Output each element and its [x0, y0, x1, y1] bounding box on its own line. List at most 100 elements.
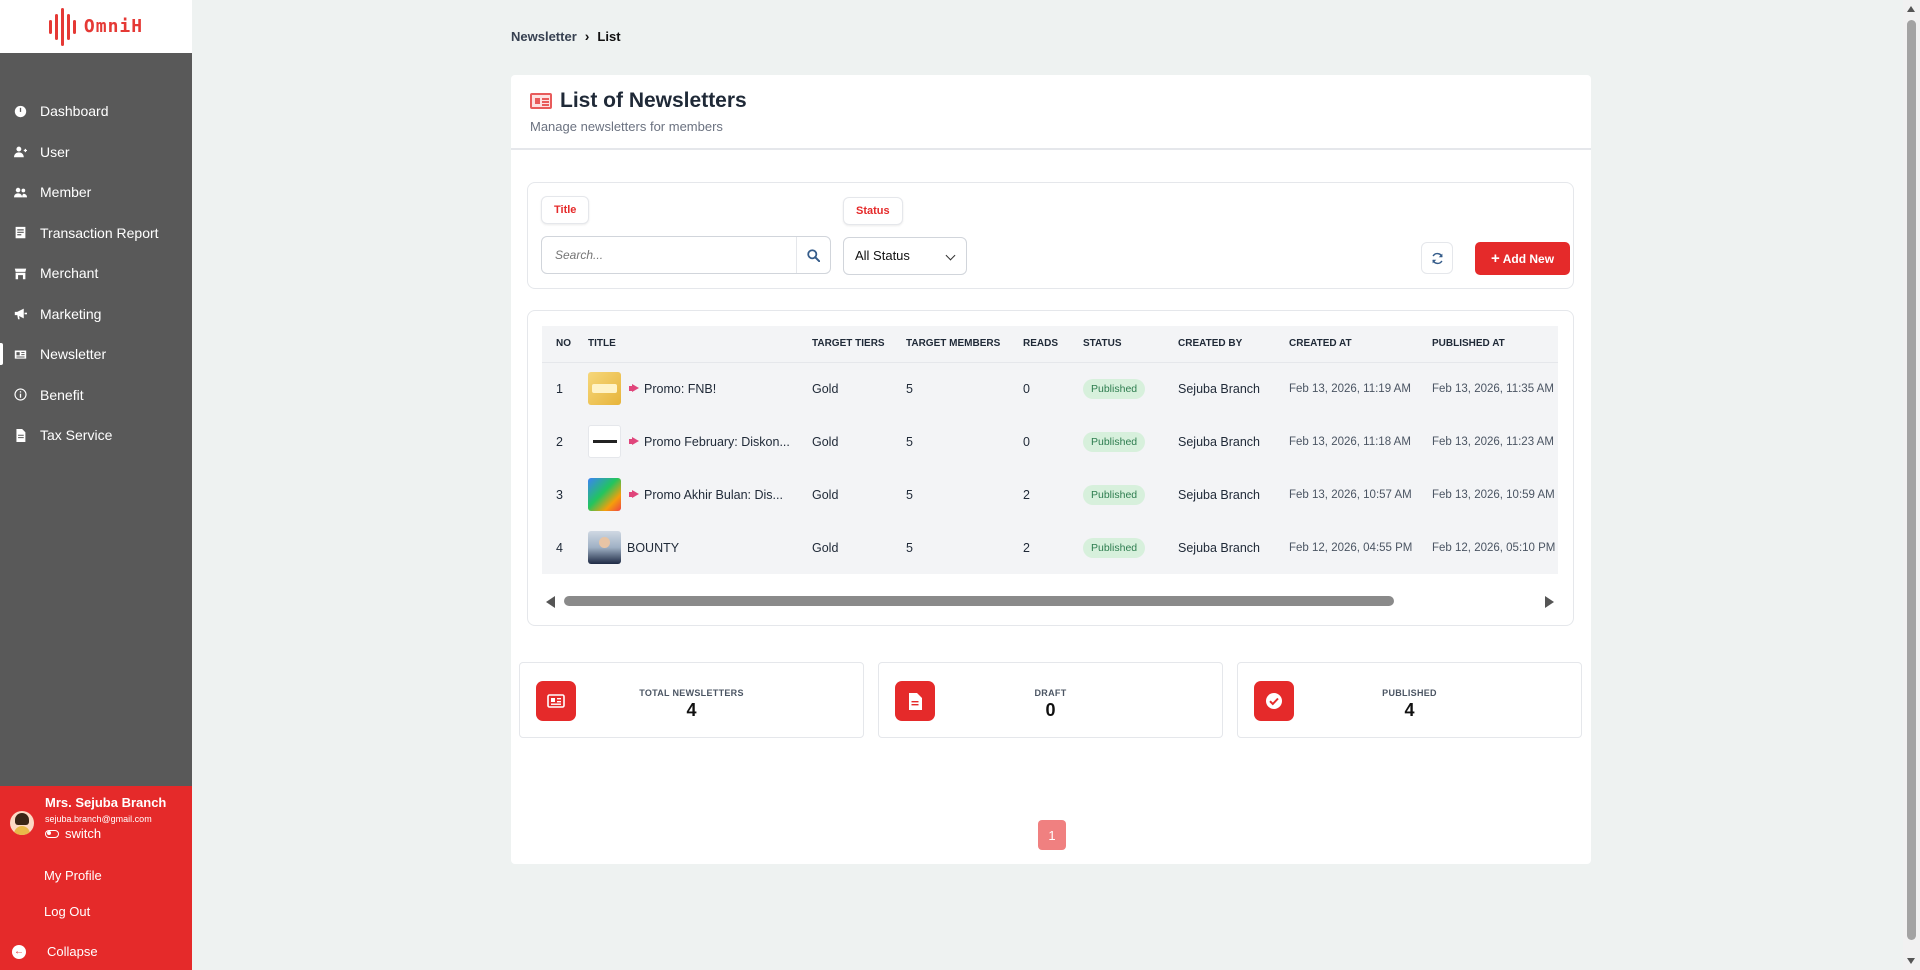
cell-reads: 0 — [1023, 434, 1030, 449]
switch-label: switch — [65, 826, 102, 841]
cell-no: 1 — [556, 381, 563, 396]
col-header-no: NO — [542, 326, 584, 363]
col-header-published-at: PUBLISHED AT — [1432, 326, 1558, 363]
horizontal-scrollbar[interactable] — [542, 594, 1558, 608]
search-icon — [807, 248, 820, 262]
logout-link[interactable]: Log Out — [44, 904, 90, 919]
status-select-value: All Status — [855, 248, 910, 263]
refresh-icon — [1431, 252, 1443, 264]
stat-total-newsletters: TOTAL NEWSLETTERS 4 — [519, 662, 864, 738]
col-header-title: TITLE — [584, 326, 812, 363]
sidebar-item-marketing[interactable]: Marketing — [0, 294, 192, 335]
status-badge: Published — [1083, 484, 1146, 505]
newsletter-title: BOUNTY — [627, 540, 680, 555]
cell-no: 3 — [556, 487, 563, 502]
table-row[interactable]: 3 Promo Akhir Bulan: Dis... Gold 5 2 Pub… — [542, 468, 1558, 521]
scrollbar-thumb[interactable] — [564, 596, 1394, 606]
sidebar-item-newsletter[interactable]: Newsletter — [0, 334, 192, 375]
sidebar-item-dashboard[interactable]: Dashboard — [0, 91, 192, 132]
sidebar-item-transaction-report[interactable]: Transaction Report — [0, 213, 192, 254]
sidebar-item-label: Marketing — [40, 305, 102, 322]
cell-target-tiers: Gold — [812, 434, 839, 449]
sidebar-item-label: Merchant — [40, 265, 99, 282]
refresh-button[interactable] — [1421, 242, 1453, 274]
cell-created-at: Feb 12, 2026, 04:55 PM — [1289, 541, 1413, 554]
sidebar-item-merchant[interactable]: Merchant — [0, 253, 192, 294]
cell-target-members: 5 — [906, 434, 913, 449]
cell-created-by: Sejuba Branch — [1178, 540, 1261, 555]
status-filter-chip[interactable]: Status — [843, 197, 903, 225]
cell-published-at: Feb 13, 2026, 11:23 AM — [1432, 435, 1554, 448]
table-row[interactable]: 1 Promo: FNB! Gold 5 0 Published Sejuba … — [542, 362, 1558, 415]
megaphone-icon — [629, 437, 640, 446]
search-input[interactable] — [542, 237, 782, 273]
chevron-down-icon — [945, 250, 956, 261]
cell-created-at: Feb 13, 2026, 11:19 AM — [1289, 382, 1411, 395]
scroll-right-icon[interactable] — [1545, 596, 1554, 608]
sidebar-item-label: Newsletter — [40, 346, 107, 363]
megaphone-icon — [629, 490, 640, 499]
sidebar-item-label: Benefit — [40, 386, 84, 403]
cell-target-tiers: Gold — [812, 381, 839, 396]
filter-panel: Title Status All Status + Add New — [527, 182, 1574, 289]
col-header-target-members: TARGET MEMBERS — [906, 326, 1023, 363]
search-button[interactable] — [796, 237, 830, 273]
table-container: NO TITLE TARGET TIERS TARGET MEMBERS REA… — [527, 310, 1574, 626]
avatar[interactable] — [10, 811, 34, 835]
vertical-scrollbar[interactable] — [1903, 0, 1920, 970]
cell-reads: 2 — [1023, 487, 1030, 502]
breadcrumb-newsletter[interactable]: Newsletter — [511, 29, 577, 44]
pagination-page-1[interactable]: 1 — [1038, 820, 1066, 850]
scroll-down-icon[interactable] — [1907, 958, 1915, 964]
status-badge: Published — [1083, 378, 1146, 399]
stat-published: PUBLISHED 4 — [1237, 662, 1582, 738]
table-row[interactable]: 4 BOUNTY Gold 5 2 Published Sejuba Branc… — [542, 521, 1558, 574]
cell-title: Promo February: Diskon... — [584, 415, 812, 468]
sidebar-item-label: Transaction Report — [40, 224, 159, 241]
newsletter-thumbnail — [588, 372, 621, 406]
page-title-text: List of Newsletters — [560, 89, 747, 112]
page-subtitle: Manage newsletters for members — [530, 119, 723, 134]
add-new-label: Add New — [1502, 251, 1555, 266]
scroll-up-icon[interactable] — [1907, 6, 1915, 12]
table-scroll-area[interactable]: NO TITLE TARGET TIERS TARGET MEMBERS REA… — [542, 326, 1558, 574]
cell-target-tiers: Gold — [812, 487, 839, 502]
table-row[interactable]: 2 Promo February: Diskon... Gold 5 0 Pub… — [542, 415, 1558, 468]
members-icon — [12, 184, 28, 200]
my-profile-link[interactable]: My Profile — [44, 868, 102, 883]
cell-title: BOUNTY — [584, 521, 812, 574]
col-header-created-by: CREATED BY — [1178, 326, 1289, 363]
newspaper-icon — [12, 346, 28, 362]
newsletter-title: Promo February: Diskon... — [644, 434, 790, 449]
sidebar-item-label: Member — [40, 184, 92, 201]
newsletter-title: Promo Akhir Bulan: Dis... — [644, 487, 783, 502]
toggle-icon — [45, 829, 59, 838]
card-header: List of Newsletters Manage newsletters f… — [511, 75, 1591, 150]
logo[interactable]: OmniH — [0, 0, 192, 53]
sidebar-item-tax-service[interactable]: Tax Service — [0, 415, 192, 456]
switch-toggle[interactable]: switch — [45, 826, 101, 841]
cell-created-by: Sejuba Branch — [1178, 381, 1261, 396]
breadcrumb-current: List — [597, 28, 621, 44]
status-badge: Published — [1083, 537, 1146, 558]
title-filter-chip[interactable]: Title — [541, 196, 590, 224]
cell-reads: 0 — [1023, 381, 1030, 396]
cell-target-members: 5 — [906, 540, 913, 555]
col-header-target-tiers: TARGET TIERS — [812, 326, 906, 363]
status-select[interactable]: All Status — [843, 237, 967, 275]
cell-target-members: 5 — [906, 381, 913, 396]
logo-mark-icon — [48, 7, 76, 46]
sidebar-item-benefit[interactable]: Benefit — [0, 375, 192, 416]
sidebar-item-user[interactable]: User — [0, 132, 192, 173]
cell-created-by: Sejuba Branch — [1178, 487, 1261, 502]
user-name: Mrs. Sejuba Branch — [45, 795, 167, 810]
dashboard-icon — [12, 103, 28, 119]
scrollbar-thumb[interactable] — [1907, 20, 1916, 940]
user-panel: Mrs. Sejuba Branch sejuba.branch@gmail.c… — [0, 786, 192, 970]
scroll-left-icon[interactable] — [546, 596, 555, 608]
newsletter-thumbnail — [588, 478, 621, 511]
user-icon — [12, 144, 28, 160]
add-new-button[interactable]: + Add New — [1475, 242, 1570, 275]
sidebar-item-member[interactable]: Member — [0, 172, 192, 213]
collapse-button[interactable]: ← Collapse — [12, 944, 98, 959]
